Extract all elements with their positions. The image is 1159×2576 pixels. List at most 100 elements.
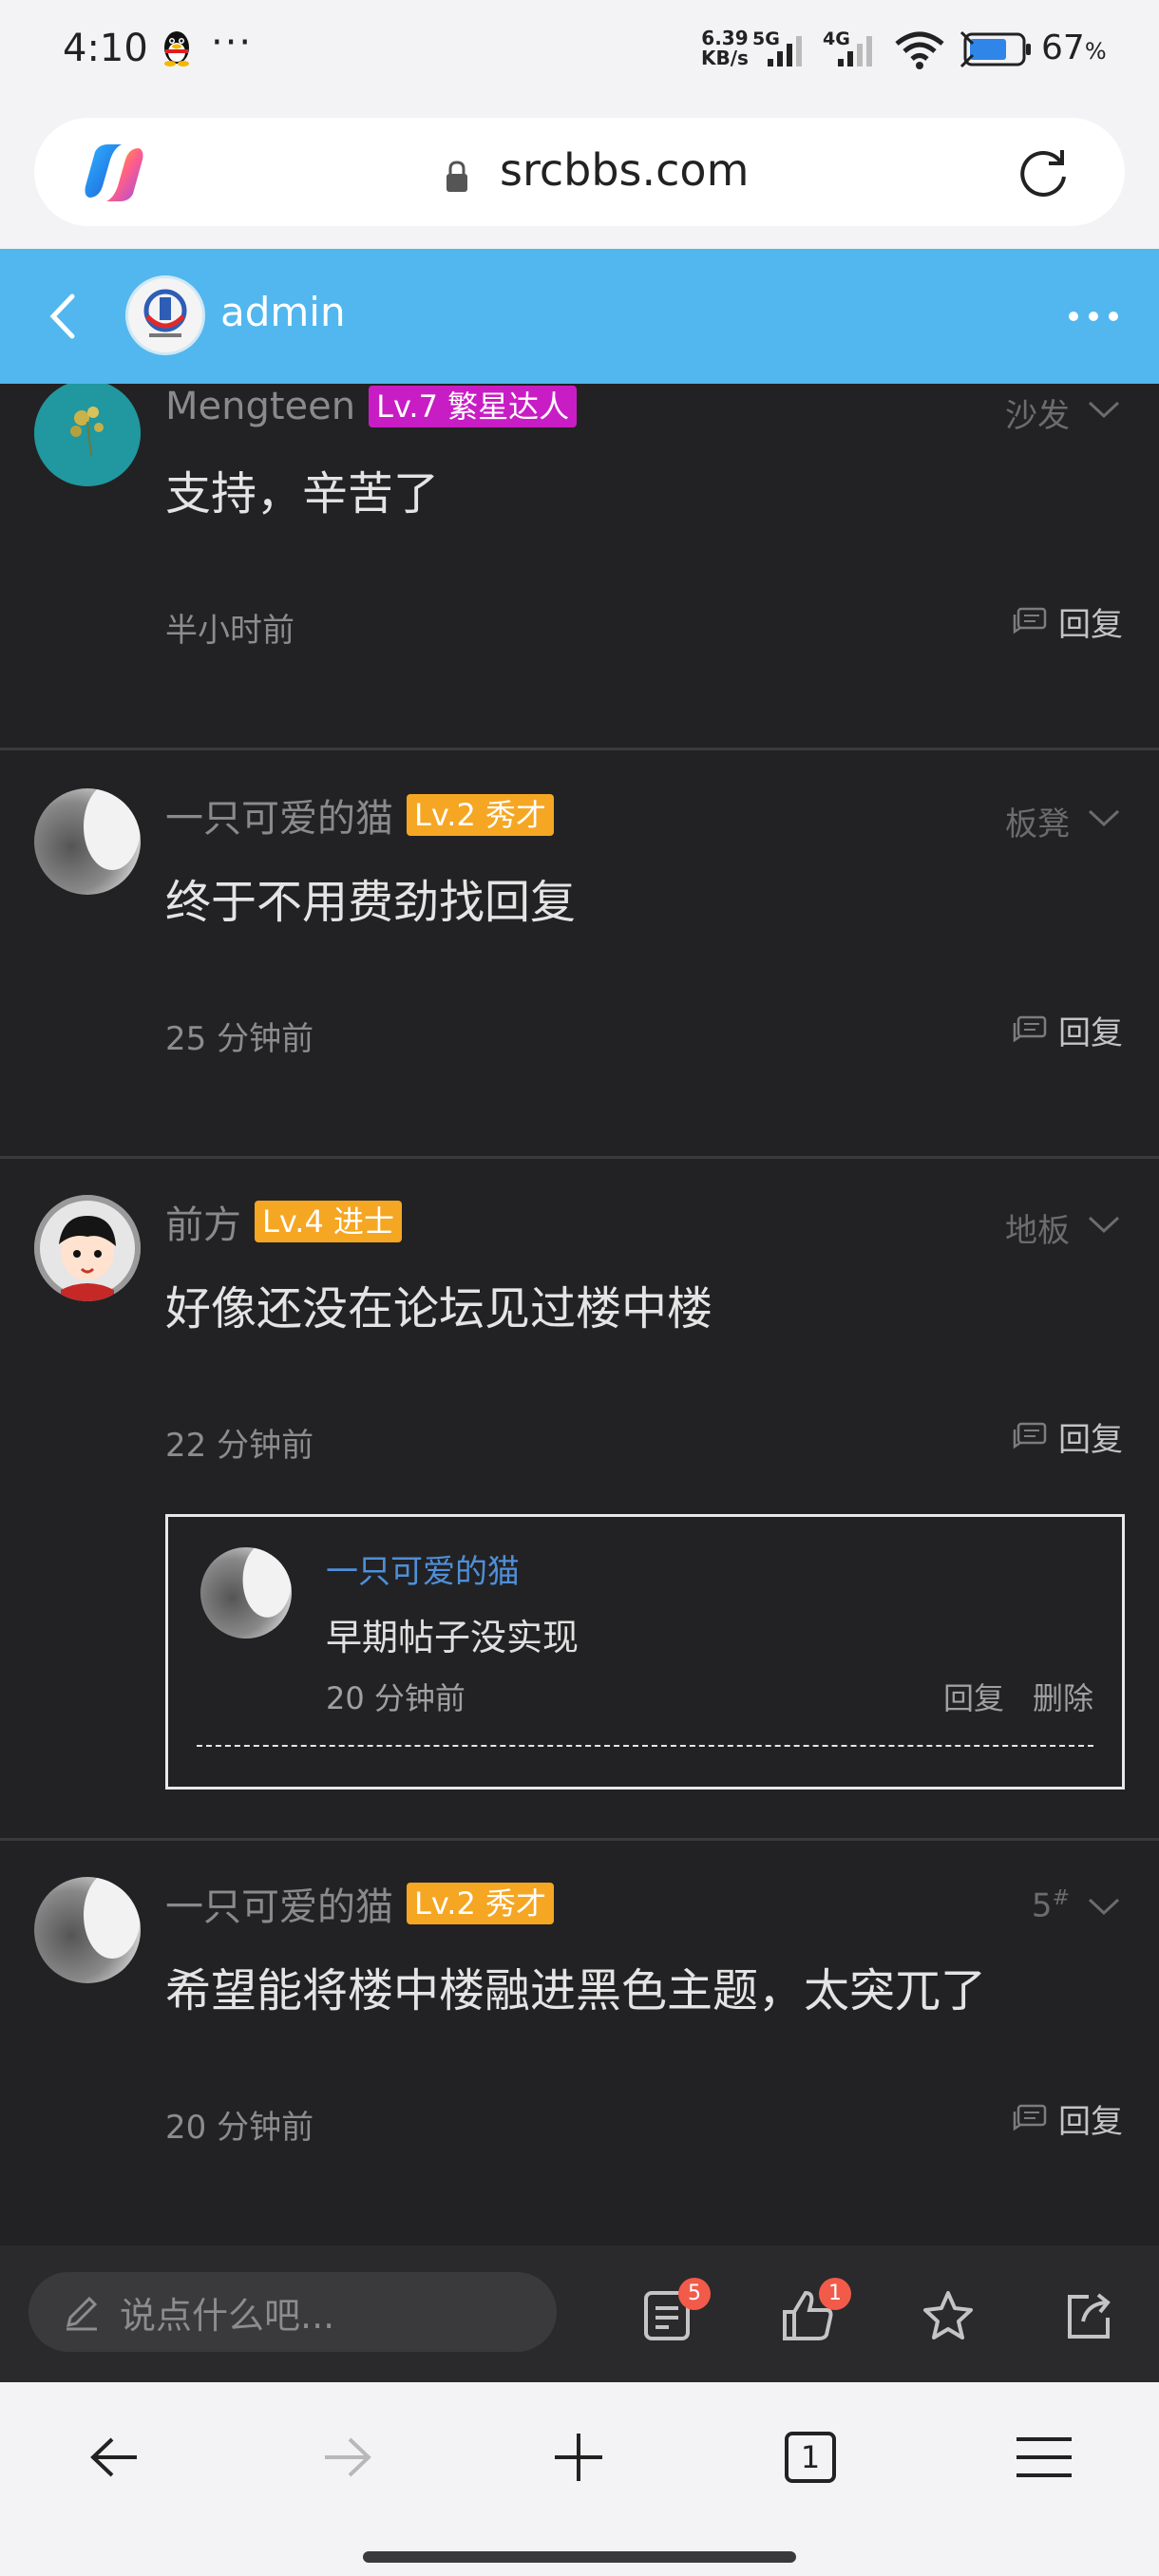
more-icon[interactable] bbox=[1066, 304, 1121, 329]
username[interactable]: Mengteen bbox=[165, 385, 355, 428]
reply-button[interactable]: 回复 bbox=[1011, 1009, 1123, 1052]
username[interactable]: 一只可爱的猫 bbox=[165, 1876, 393, 1931]
address-bar[interactable]: srcbbs.com bbox=[34, 118, 1125, 226]
chevron-down-icon[interactable] bbox=[1087, 1896, 1121, 1917]
nested-content: 早期帖子没实现 bbox=[326, 1617, 580, 1658]
floor-sup: # bbox=[1052, 1886, 1070, 1910]
reply-label: 回复 bbox=[1058, 605, 1123, 644]
menu-button[interactable] bbox=[1011, 2424, 1077, 2491]
username[interactable]: 一只可爱的猫 bbox=[165, 787, 393, 843]
net-speed-value: 6.39 bbox=[701, 27, 749, 49]
header-avatar[interactable] bbox=[125, 275, 205, 355]
signal-bars-icon bbox=[838, 36, 872, 66]
nested-delete-button[interactable]: 删除 bbox=[1033, 1675, 1093, 1718]
nav-back-button[interactable] bbox=[82, 2424, 148, 2491]
floor-label: 板凳 bbox=[1005, 805, 1070, 843]
reply-label: 回复 bbox=[1058, 1013, 1123, 1052]
comment-input[interactable]: 说点什么吧... bbox=[28, 2272, 557, 2352]
post-content: 希望能将楼中楼融进黑色主题，太突兀了 bbox=[165, 1964, 987, 2017]
net-speed: 6.39 KB/s bbox=[701, 28, 749, 68]
qq-icon bbox=[164, 31, 189, 66]
floor-label: 沙发 bbox=[1005, 397, 1070, 435]
post-time: 半小时前 bbox=[165, 612, 294, 650]
site-logo-icon bbox=[143, 289, 187, 337]
reply-button[interactable]: 回复 bbox=[1011, 1415, 1123, 1459]
level-badge: Lv.7 繁星达人 bbox=[369, 386, 578, 427]
like-button[interactable]: 1 bbox=[779, 2278, 851, 2346]
comment-icon bbox=[1013, 1422, 1047, 1449]
signal-bars-icon bbox=[768, 36, 802, 66]
cartoon-avatar-icon bbox=[34, 1195, 141, 1301]
chevron-down-icon[interactable] bbox=[1087, 1214, 1121, 1235]
signal-4g: 4G bbox=[823, 28, 880, 68]
nav-forward-button[interactable] bbox=[314, 2424, 380, 2491]
dashed-divider bbox=[197, 1745, 1093, 1747]
post-time: 20 分钟前 bbox=[165, 2109, 314, 2147]
comments-badge: 5 bbox=[678, 2278, 711, 2310]
post-content: 好像还没在论坛见过楼中楼 bbox=[165, 1282, 713, 1335]
reply-post: 前方 Lv.4 进士 地板 好像还没在论坛见过楼中楼 22 分钟前 回复 一只可… bbox=[0, 1159, 1159, 1841]
post-content: 终于不用费劲找回复 bbox=[165, 876, 577, 929]
post-header: 一只可爱的猫 Lv.2 秀才 bbox=[165, 787, 554, 843]
level-badge: Lv.2 秀才 bbox=[407, 1883, 554, 1924]
avatar[interactable] bbox=[34, 1195, 141, 1301]
reply-label: 回复 bbox=[1058, 1420, 1123, 1459]
cat-avatar-icon bbox=[34, 1877, 141, 1983]
comment-icon bbox=[1013, 607, 1047, 635]
floor-label: 5# bbox=[1032, 1886, 1070, 1924]
post-header: Mengteen Lv.7 繁星达人 bbox=[165, 384, 578, 431]
level-badge: Lv.2 秀才 bbox=[407, 794, 554, 836]
post-header: 前方 Lv.4 进士 bbox=[165, 1194, 402, 1249]
nested-username[interactable]: 一只可爱的猫 bbox=[326, 1545, 520, 1592]
thread-header: admin bbox=[0, 249, 1159, 384]
avatar[interactable] bbox=[34, 384, 141, 486]
avatar[interactable] bbox=[34, 788, 141, 895]
nested-reply-button[interactable]: 回复 bbox=[943, 1675, 1004, 1718]
wifi-icon bbox=[895, 31, 944, 69]
reply-label: 回复 bbox=[1058, 2102, 1123, 2141]
share-icon bbox=[1068, 2293, 1111, 2339]
nested-actions: 回复 删除 bbox=[943, 1675, 1093, 1718]
header-title: admin bbox=[220, 289, 346, 335]
share-button[interactable] bbox=[1060, 2278, 1123, 2346]
signal-5g: 5G bbox=[752, 28, 809, 68]
post-header: 一只可爱的猫 Lv.2 秀才 bbox=[165, 1876, 554, 1931]
copilot-icon[interactable] bbox=[82, 142, 146, 203]
reply-button[interactable]: 回复 bbox=[1011, 2097, 1123, 2141]
lock-icon bbox=[446, 161, 467, 192]
status-time: 4:10 bbox=[63, 27, 148, 70]
url-text[interactable]: srcbbs.com bbox=[500, 144, 749, 196]
browser-toolbar: srcbbs.com bbox=[0, 104, 1159, 249]
browser-nav-bar: 1 bbox=[0, 2382, 1159, 2576]
post-time: 25 分钟前 bbox=[165, 1020, 314, 1058]
level-badge: Lv.4 进士 bbox=[255, 1201, 402, 1242]
username[interactable]: 前方 bbox=[165, 1194, 241, 1249]
tab-count: 1 bbox=[800, 2439, 821, 2475]
cat-avatar-icon bbox=[34, 788, 141, 895]
floor-number: 5 bbox=[1031, 1886, 1053, 1925]
arrow-right-icon bbox=[325, 2437, 371, 2477]
battery-icon bbox=[960, 30, 1031, 68]
back-icon[interactable] bbox=[46, 289, 80, 344]
avatar[interactable] bbox=[34, 1877, 141, 1983]
reply-list: Mengteen Lv.7 繁星达人 沙发 支持，辛苦了 半小时前 回复 一只可… bbox=[0, 384, 1159, 2245]
pencil-icon bbox=[66, 2296, 98, 2331]
reply-button[interactable]: 回复 bbox=[1011, 600, 1123, 644]
likes-badge: 1 bbox=[819, 2278, 851, 2310]
status-bar: 4:10 ··· 6.39 KB/s 5G 4G 67% bbox=[0, 0, 1159, 104]
comments-button[interactable]: 5 bbox=[638, 2278, 711, 2346]
battery-percent: 67% bbox=[1041, 28, 1107, 67]
favorite-button[interactable] bbox=[920, 2278, 982, 2346]
tabs-button[interactable]: 1 bbox=[777, 2424, 844, 2491]
new-tab-button[interactable] bbox=[545, 2424, 612, 2491]
battery-value: 67 bbox=[1041, 28, 1085, 67]
comment-icon bbox=[1013, 1015, 1047, 1043]
chevron-down-icon[interactable] bbox=[1087, 807, 1121, 828]
bottom-action-bar: 说点什么吧... 5 1 bbox=[0, 2245, 1159, 2382]
avatar[interactable] bbox=[200, 1547, 292, 1638]
star-icon bbox=[923, 2291, 973, 2339]
input-placeholder: 说点什么吧... bbox=[120, 2294, 335, 2337]
home-indicator[interactable] bbox=[363, 2551, 796, 2563]
chevron-down-icon[interactable] bbox=[1087, 399, 1121, 420]
reload-icon[interactable] bbox=[1015, 144, 1072, 201]
